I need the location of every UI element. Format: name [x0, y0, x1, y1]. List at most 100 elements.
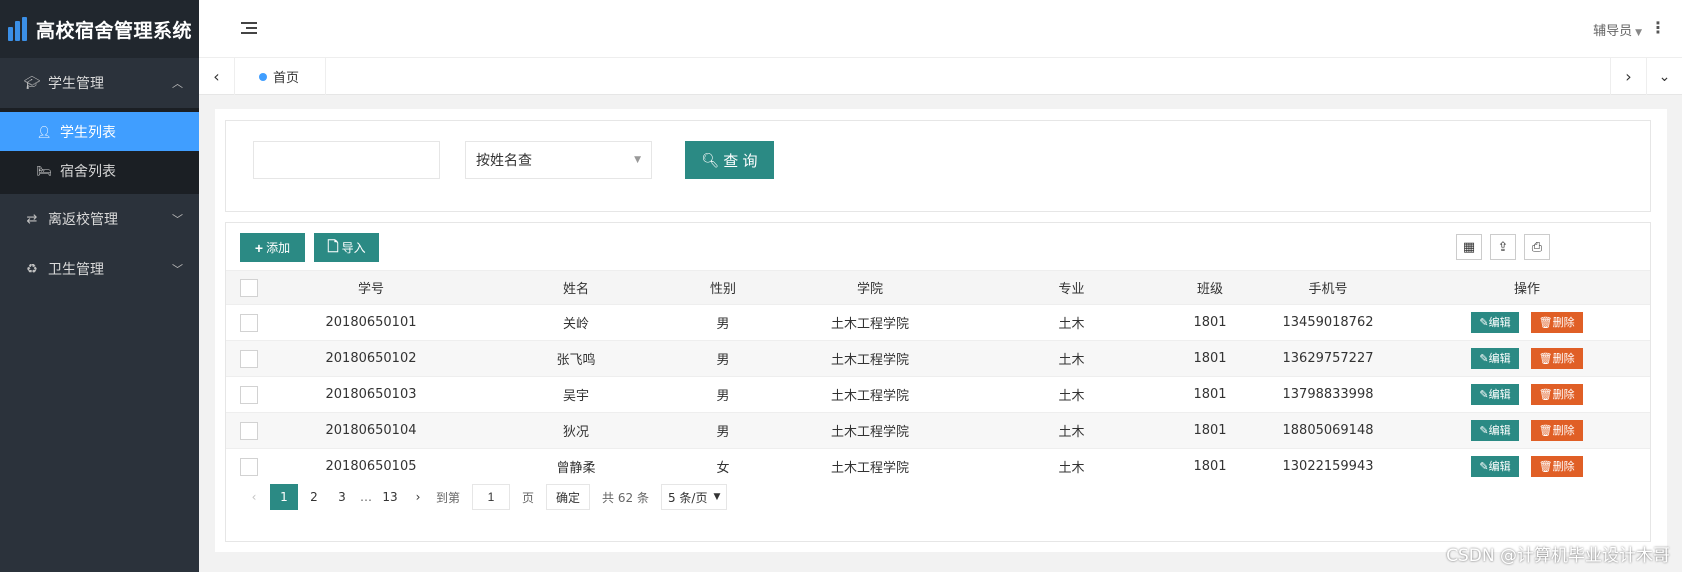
delete-button[interactable]: 🗑︎删除 — [1530, 456, 1583, 478]
row-checkbox[interactable] — [239, 421, 258, 440]
column-header[interactable]: 学号 — [271, 270, 471, 305]
pagination: ‹ 1 2 3 … 13 › 到第 页 确定 共 62 条 5 条/页 ▼ — [240, 484, 728, 510]
menu-toggle-icon[interactable] — [241, 22, 257, 36]
column-header[interactable]: 手机号 — [1252, 270, 1404, 305]
row-checkbox[interactable] — [239, 313, 258, 332]
search-icon: 🔍︎ — [701, 151, 720, 168]
sidebar-group-hygiene[interactable]: ♻ 卫生管理 ﹀ — [0, 244, 199, 294]
export-icon[interactable]: ⇪ — [1490, 234, 1516, 260]
edit-button[interactable]: ✎编辑 — [1471, 456, 1519, 478]
more-vertical-icon[interactable]: ⋮ — [1650, 18, 1666, 37]
trash-icon: 🗑︎ — [1538, 424, 1553, 437]
submenu-student: 👤︎ 学生列表 🛏︎ 宿舍列表 — [0, 108, 199, 194]
cell-name: 狄况 — [471, 412, 681, 449]
cell-gender: 男 — [681, 412, 765, 449]
active-dot-icon — [259, 72, 267, 81]
caret-down-icon: ▼ — [634, 155, 641, 165]
select-all-checkbox[interactable] — [239, 278, 258, 297]
tab-home[interactable]: 首页 — [235, 58, 327, 95]
column-header[interactable]: 专业 — [975, 270, 1168, 305]
chevron-down-icon: ﹀ — [172, 263, 183, 276]
row-checkbox-cell — [226, 448, 271, 485]
cell-phone: 13798833998 — [1252, 376, 1404, 413]
cell-class: 1801 — [1168, 340, 1252, 377]
goto-prefix: 到第 — [436, 490, 461, 505]
page-size-value: 5 条/页 — [667, 490, 708, 505]
user-menu[interactable]: 辅导员 ▼ — [1593, 20, 1642, 39]
building-logo-icon — [8, 17, 32, 41]
goto-suffix: 页 — [522, 490, 535, 505]
trash-icon: 🗑︎ — [1538, 460, 1553, 474]
search-input[interactable] — [253, 141, 440, 179]
import-button[interactable]: 🗋 导入 — [314, 233, 379, 262]
edit-button[interactable]: ✎编辑 — [1471, 420, 1519, 441]
row-checkbox[interactable] — [239, 457, 258, 476]
column-header[interactable]: 姓名 — [471, 270, 681, 305]
delete-button[interactable]: 🗑︎删除 — [1530, 312, 1583, 333]
sidebar-group-leave-return[interactable]: ⇄ 离返校管理 ﹀ — [0, 194, 199, 244]
cell-name: 关岭 — [471, 304, 681, 341]
columns-filter-icon[interactable]: ▦ — [1456, 234, 1482, 260]
print-icon[interactable]: ⎙ — [1524, 234, 1550, 260]
page-size-select[interactable]: 5 条/页 ▼ — [660, 484, 728, 510]
cell-student-id: 20180650102 — [271, 340, 471, 377]
user-icon: 👤︎ — [36, 124, 52, 139]
page-3[interactable]: 3 — [328, 484, 356, 510]
page-last[interactable]: 13 — [376, 484, 404, 510]
row-checkbox[interactable] — [239, 385, 258, 404]
app-title: 高校宿舍管理系统 — [36, 19, 193, 42]
pencil-icon: ✎ — [1479, 460, 1489, 474]
sidebar-item-dorm-list[interactable]: 🛏︎ 宿舍列表 — [0, 151, 199, 190]
document-icon: 🗋 — [327, 237, 339, 254]
cell-gender: 男 — [681, 376, 765, 413]
tab-options-chevron-down-icon[interactable]: ⌄ — [1646, 58, 1682, 95]
pencil-icon: ✎ — [1479, 316, 1489, 329]
edit-button[interactable]: ✎编辑 — [1471, 312, 1519, 333]
sidebar-group-student[interactable]: 🎓︎ 学生管理 ︿ — [0, 58, 199, 108]
cell-phone: 13022159943 — [1252, 448, 1404, 485]
search-button[interactable]: 🔍︎ 查 询 — [685, 141, 774, 179]
table-row: 20180650104 狄况 男 土木工程学院 土木 1801 18805069… — [226, 412, 1650, 449]
row-checkbox[interactable] — [239, 349, 258, 368]
delete-button[interactable]: 🗑︎删除 — [1530, 384, 1583, 405]
tab-scroll-left-icon[interactable]: ‹ — [199, 58, 235, 95]
edit-label: 编辑 — [1488, 460, 1511, 474]
table-row: 20180650102 张飞鸣 男 土木工程学院 土木 1801 1362975… — [226, 340, 1650, 377]
delete-button[interactable]: 🗑︎删除 — [1530, 348, 1583, 369]
column-header[interactable]: 班级 — [1168, 270, 1252, 305]
delete-label: 删除 — [1552, 460, 1575, 474]
goto-page-input[interactable] — [472, 484, 511, 510]
cell-class: 1801 — [1168, 448, 1252, 485]
table-row: 20180650103 吴宇 男 土木工程学院 土木 1801 13798833… — [226, 376, 1650, 413]
search-type-select[interactable]: 按姓名查 ▼ — [465, 141, 652, 179]
delete-label: 删除 — [1552, 316, 1575, 329]
page-1[interactable]: 1 — [270, 484, 298, 510]
row-checkbox-cell — [226, 412, 271, 449]
next-page-icon[interactable]: › — [404, 484, 432, 510]
cell-actions: ✎编辑 🗑︎删除 — [1404, 340, 1650, 377]
cell-major: 土木 — [975, 448, 1168, 485]
column-header[interactable]: 学院 — [765, 270, 975, 305]
goto-confirm-button[interactable]: 确定 — [546, 484, 591, 510]
search-panel: 按姓名查 ▼ 🔍︎ 查 询 — [225, 120, 1651, 212]
prev-page-icon[interactable]: ‹ — [240, 484, 268, 510]
edit-button[interactable]: ✎编辑 — [1471, 348, 1519, 369]
edit-button[interactable]: ✎编辑 — [1471, 384, 1519, 405]
page-2[interactable]: 2 — [300, 484, 328, 510]
delete-label: 删除 — [1552, 388, 1575, 401]
sidebar-group-label: 学生管理 — [48, 76, 104, 92]
cell-phone: 18805069148 — [1252, 412, 1404, 449]
plus-icon: + — [254, 239, 264, 256]
sidebar-item-student-list[interactable]: 👤︎ 学生列表 — [0, 112, 199, 151]
cell-phone: 13459018762 — [1252, 304, 1404, 341]
graduation-cap-icon: 🎓︎ — [23, 75, 41, 91]
sidebar: 高校宿舍管理系统 🎓︎ 学生管理 ︿ 👤︎ 学生列表 🛏︎ 宿舍列表 ⇄ 离返校… — [0, 0, 199, 572]
tab-scroll-right-icon[interactable]: › — [1610, 58, 1646, 95]
cell-major: 土木 — [975, 412, 1168, 449]
column-header[interactable]: 性别 — [681, 270, 765, 305]
add-button[interactable]: + 添加 — [240, 233, 305, 262]
edit-label: 编辑 — [1488, 352, 1511, 365]
delete-button[interactable]: 🗑︎删除 — [1530, 420, 1583, 441]
edit-label: 编辑 — [1488, 424, 1511, 437]
cell-gender: 男 — [681, 304, 765, 341]
